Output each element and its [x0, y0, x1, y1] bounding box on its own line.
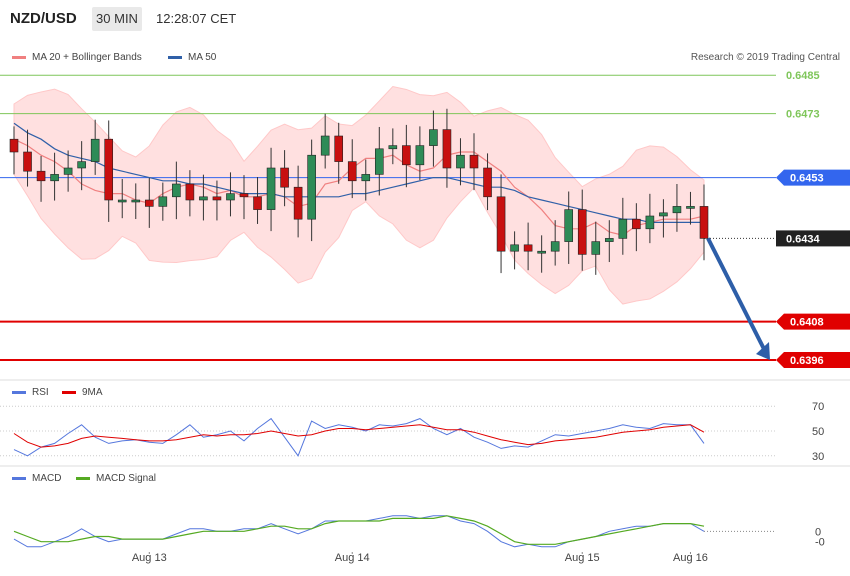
candle-bullish	[645, 215, 655, 230]
level-label: 0.6408	[790, 317, 824, 329]
candle-bearish	[36, 170, 46, 182]
candle-bearish	[253, 196, 262, 210]
candle-bearish	[577, 209, 587, 255]
candle-bearish	[23, 151, 32, 172]
rsi-tick-label: 30	[812, 451, 824, 463]
candle-bullish	[77, 161, 86, 169]
candle-bullish	[320, 135, 330, 156]
candle-bearish	[9, 138, 19, 153]
candle-bullish	[199, 196, 208, 201]
candle-bullish	[429, 129, 438, 146]
candle-bearish	[483, 167, 492, 198]
candle-bearish	[212, 196, 222, 201]
candle-bearish	[280, 167, 289, 188]
candle-bullish	[456, 154, 465, 169]
candle-bullish	[686, 206, 695, 209]
candle-bullish	[131, 199, 141, 203]
candle-bullish	[361, 174, 371, 182]
candle-bearish	[469, 154, 479, 169]
candle-bullish	[50, 174, 59, 182]
rsi-tick-label: 70	[812, 401, 824, 413]
candle-bullish	[537, 250, 546, 254]
candle-bullish	[510, 244, 519, 252]
level-label: 0.6396	[790, 355, 824, 367]
candle-bearish	[496, 196, 506, 252]
bollinger-band	[13, 85, 705, 305]
rsi-ma-line	[13, 424, 705, 448]
candle-bullish	[415, 145, 425, 166]
candle-bearish	[699, 206, 709, 239]
candle-bullish	[90, 138, 100, 162]
candle-bullish	[659, 212, 668, 217]
candle-bullish	[604, 238, 614, 242]
rsi-line	[13, 417, 705, 457]
candle-bullish	[307, 154, 316, 220]
candle-bearish	[632, 218, 641, 230]
candle-bearish	[442, 129, 452, 169]
macd-tick-label: -0	[815, 537, 825, 549]
level-label-last: 0.6434	[786, 233, 821, 245]
candle-bearish	[185, 183, 195, 201]
candle-bullish	[374, 148, 384, 175]
candle-bearish	[293, 186, 303, 220]
candle-bullish	[550, 241, 560, 252]
level-label: 0.6485	[786, 70, 820, 82]
price-chart-svg: 0.6485 0.6473 0.6453 0.6434 0.6408 0.6396 70 5…	[0, 70, 850, 564]
candle-bearish	[523, 244, 533, 252]
candle-bullish	[63, 167, 73, 175]
candle-bullish	[226, 193, 235, 201]
candle-bearish	[144, 199, 154, 207]
candle-bullish	[158, 196, 168, 207]
candle-bearish	[347, 161, 357, 182]
candle-bearish	[334, 135, 344, 162]
candle-bearish	[104, 138, 114, 201]
candle-bearish	[239, 193, 249, 198]
candle-bullish	[388, 145, 398, 150]
candle-bullish	[564, 209, 574, 242]
candle-bullish	[672, 206, 682, 214]
level-label: 0.6473	[786, 109, 820, 121]
candle-bearish	[402, 145, 411, 166]
level-label: 0.6453	[790, 173, 824, 185]
candle-bullish	[618, 218, 628, 239]
candle-bullish	[266, 167, 276, 210]
rsi-tick-label: 50	[812, 426, 824, 438]
projection-arrow	[706, 237, 767, 352]
candle-bullish	[591, 241, 601, 255]
candle-bullish	[117, 199, 127, 203]
candle-bullish	[172, 183, 181, 198]
